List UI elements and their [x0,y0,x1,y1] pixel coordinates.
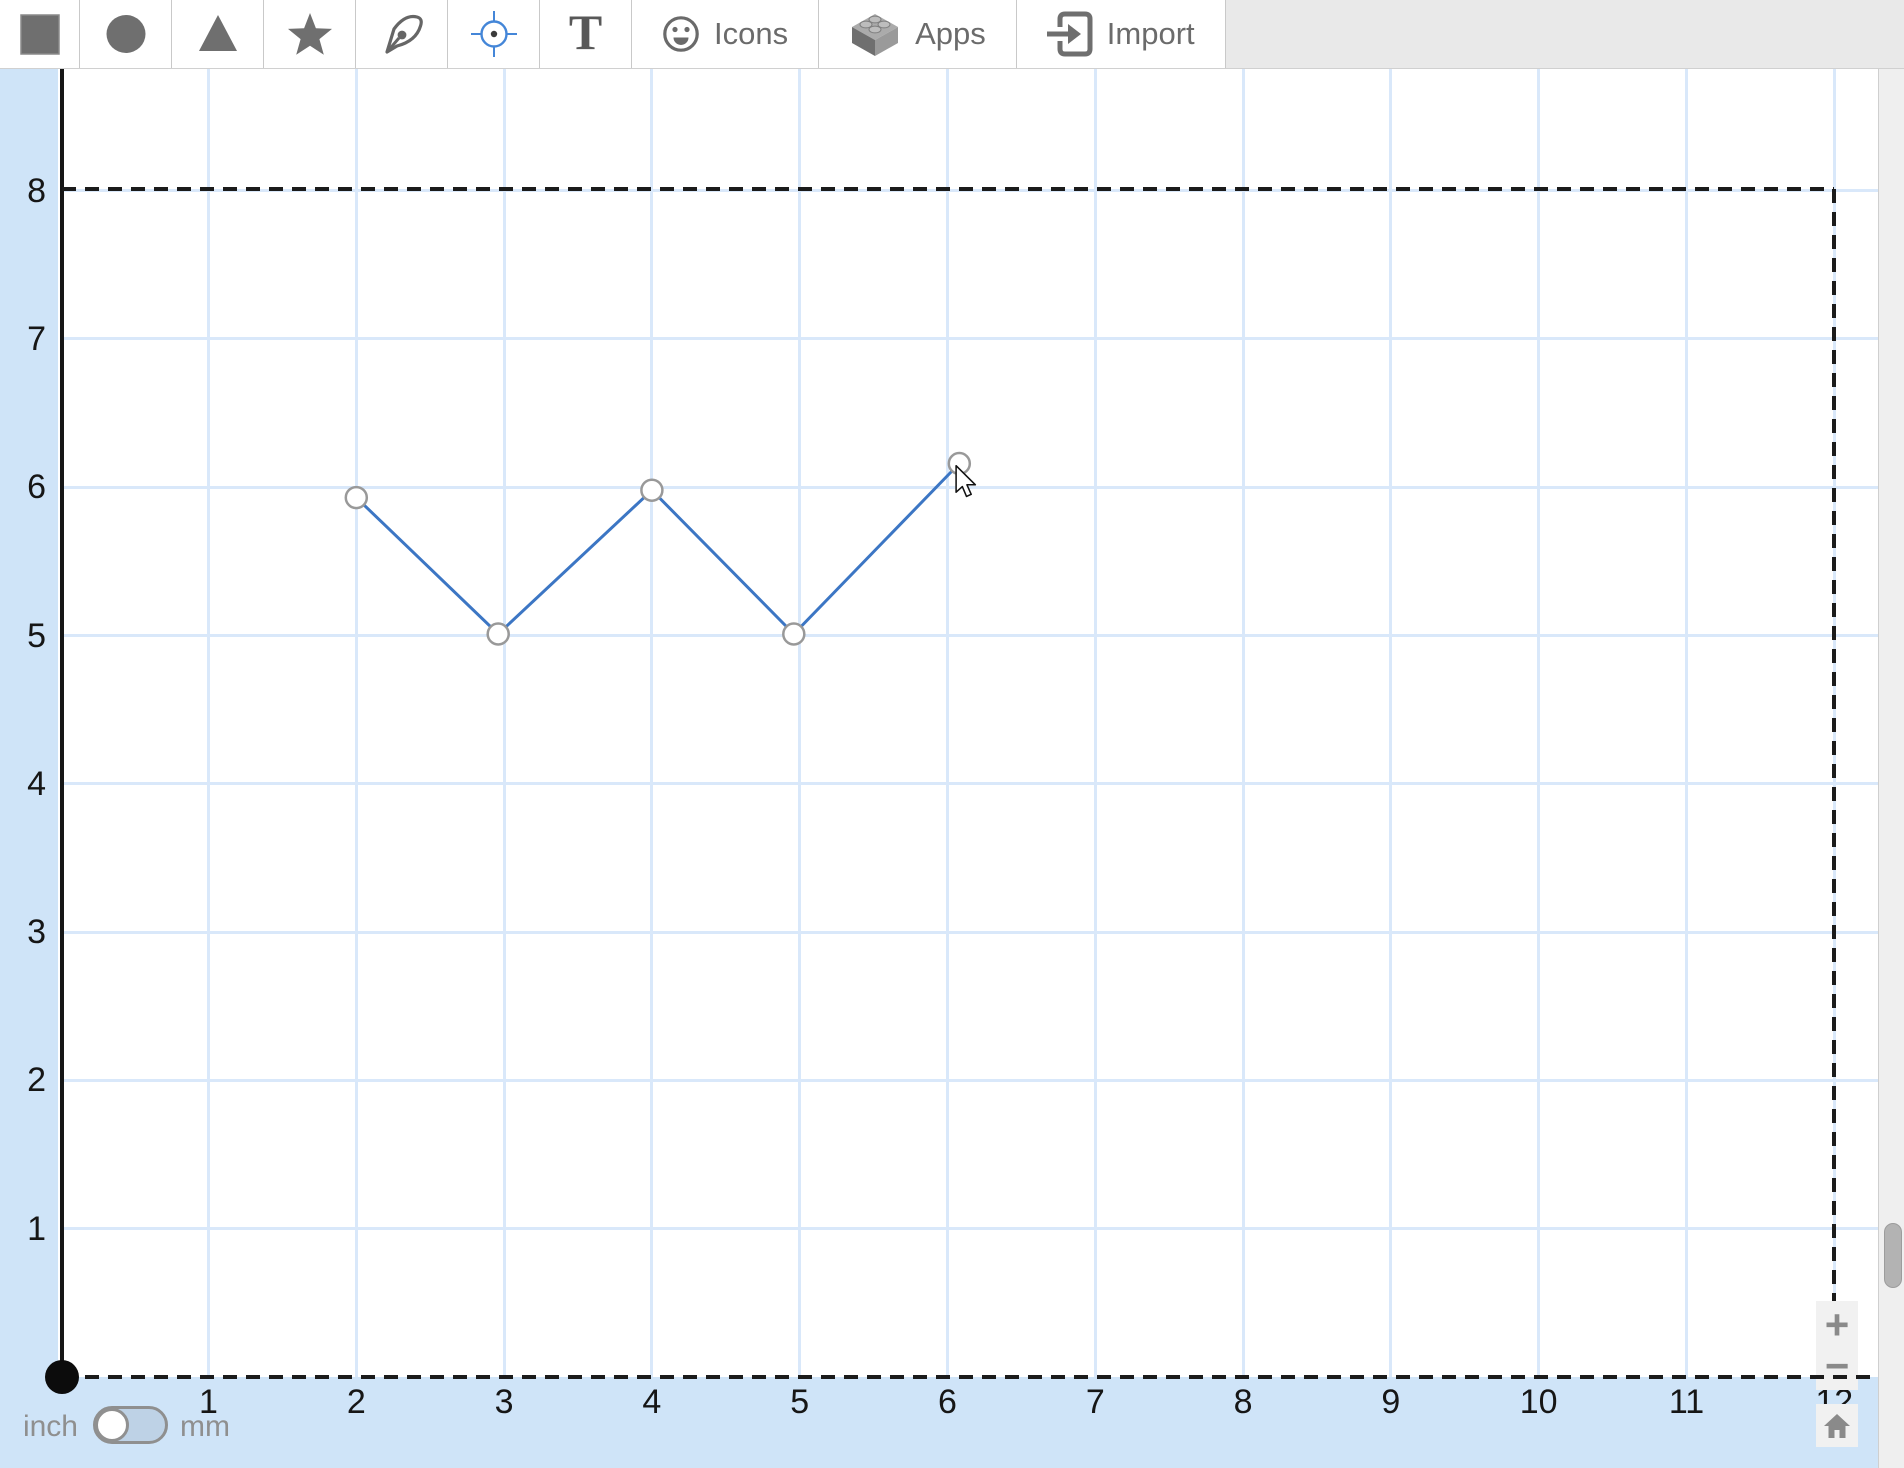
mouse-cursor [955,465,978,498]
ellipse-tool-button[interactable] [80,0,172,68]
icons-button-label: Icons [714,16,788,52]
unit-toggle-switch[interactable] [93,1406,168,1444]
drawing-layer [0,69,1904,1468]
home-icon [1823,1413,1851,1439]
drawing-app: T Icons Apps [0,0,1904,1468]
path-vertex-handle[interactable] [346,487,367,508]
brick-icon [849,11,901,57]
zoom-in-button[interactable]: + [1816,1307,1858,1343]
target-tool-button[interactable] [448,0,540,68]
target-icon [469,9,519,59]
import-button-label: Import [1107,16,1195,52]
home-button[interactable] [1823,1413,1851,1439]
drawing-canvas[interactable]: 87654321 123456789101112 inch mm + − [0,69,1904,1468]
smiley-icon [662,15,700,53]
toolbar: T Icons Apps [0,0,1904,69]
mm-label: mm [180,1410,230,1444]
apps-button[interactable]: Apps [819,0,1017,68]
triangle-tool-button[interactable] [172,0,264,68]
scrollbar-thumb[interactable] [1884,1223,1902,1288]
star-icon [287,11,333,57]
text-tool-icon: T [569,7,602,57]
icons-library-button[interactable]: Icons [632,0,819,68]
import-button[interactable]: Import [1017,0,1226,68]
inch-label: inch [0,1410,78,1444]
origin-handle[interactable] [45,1360,79,1394]
rectangle-tool-button[interactable] [0,0,80,68]
path-vertex-handle[interactable] [641,480,662,501]
square-icon [17,11,63,57]
circle-icon [103,11,149,57]
pen-icon [378,10,426,58]
path-vertex-handle[interactable] [488,624,509,645]
triangle-icon [195,11,241,57]
home-panel [1816,1404,1858,1447]
import-icon [1047,9,1093,59]
apps-button-label: Apps [915,16,986,52]
path-vertex-handle[interactable] [783,624,804,645]
vertical-scrollbar[interactable] [1878,69,1904,1468]
x-axis-line [62,1375,1878,1379]
text-tool-button[interactable]: T [540,0,632,68]
star-tool-button[interactable] [264,0,356,68]
unit-toggle-knob[interactable] [95,1408,129,1442]
pen-tool-button[interactable] [356,0,448,68]
